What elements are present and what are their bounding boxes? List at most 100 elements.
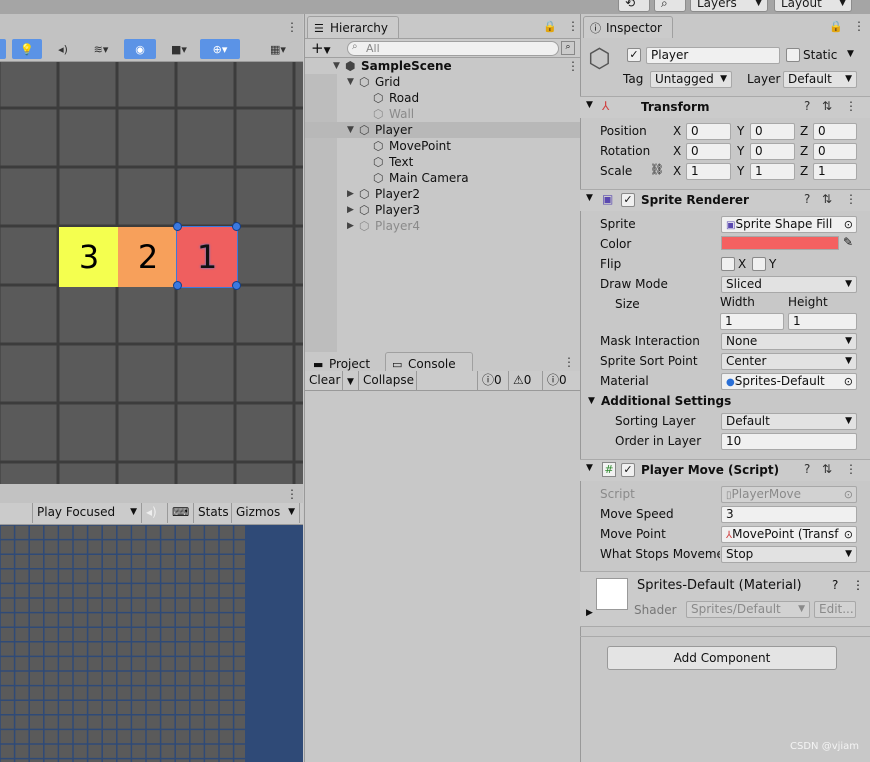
- create-dropdown[interactable]: +▼: [311, 39, 331, 57]
- flip-y-checkbox[interactable]: [752, 257, 766, 271]
- log-filter-toggle[interactable]: ⓘ0: [543, 371, 580, 391]
- flip-x-checkbox[interactable]: [721, 257, 735, 271]
- stats-button[interactable]: Stats: [194, 503, 232, 523]
- history-button[interactable]: ⟲: [618, 0, 650, 12]
- tab-inspector[interactable]: ⓘ Inspector: [583, 16, 673, 38]
- mask-interaction-dropdown[interactable]: None ▼: [721, 333, 857, 350]
- hierarchy-item-grid[interactable]: ▼ ⬡ Grid: [305, 74, 581, 90]
- game-menu-icon[interactable]: ⋮: [286, 487, 298, 501]
- overlays-dropdown[interactable]: ▦▾: [258, 39, 298, 59]
- scene-picker-icon[interactable]: ⌕: [561, 41, 575, 55]
- hierarchy-item-player[interactable]: ▼ ⬡ Player: [305, 122, 581, 138]
- gizmo-tool-dropdown[interactable]: ⊕▾: [200, 39, 240, 59]
- visibility-toggle[interactable]: ◉: [124, 39, 156, 59]
- search-button[interactable]: ⌕: [654, 0, 686, 12]
- scene-viewport[interactable]: 3 2 1: [0, 62, 303, 484]
- additional-settings-toggle[interactable]: ▼: [588, 396, 595, 406]
- material-object-field[interactable]: ●Sprites-Default ⊙: [721, 373, 857, 390]
- object-picker-icon[interactable]: ⊙: [844, 374, 853, 389]
- hierarchy-item-movepoint[interactable]: ⬡ MovePoint: [305, 138, 581, 154]
- component-menu-icon[interactable]: ⋮: [845, 99, 857, 113]
- hierarchy-item-samplescene[interactable]: ▼ ⬢ SampleScene ⋮: [305, 58, 581, 74]
- scene-mode-button[interactable]: [0, 39, 6, 59]
- rotation-z-field[interactable]: 0: [813, 143, 857, 160]
- clear-options-dropdown[interactable]: ▼: [343, 371, 359, 391]
- hierarchy-menu-icon[interactable]: ⋮: [567, 19, 579, 33]
- tile-1-selected[interactable]: 1: [176, 226, 238, 288]
- hierarchy-item-road[interactable]: ⬡ Road: [305, 90, 581, 106]
- hierarchy-item-text[interactable]: ⬡ Text: [305, 154, 581, 170]
- scene-menu-icon[interactable]: ⋮: [567, 58, 579, 74]
- position-y-field[interactable]: 0: [750, 123, 795, 140]
- position-z-field[interactable]: 0: [813, 123, 857, 140]
- collapse-triangle-icon[interactable]: ▼: [347, 122, 354, 138]
- game-viewport[interactable]: [0, 525, 303, 762]
- lock-icon[interactable]: 🔒: [543, 20, 557, 33]
- layout-dropdown[interactable]: Layout ▼: [774, 0, 852, 12]
- tile-2[interactable]: 2: [118, 227, 178, 287]
- preset-icon[interactable]: ⇅: [822, 462, 832, 476]
- rect-handle-bottom-left[interactable]: [173, 281, 182, 290]
- help-icon[interactable]: ?: [832, 578, 838, 592]
- tile-3[interactable]: 3: [59, 227, 119, 287]
- sorting-layer-dropdown[interactable]: Default ▼: [721, 413, 857, 430]
- object-picker-icon[interactable]: ⊙: [844, 217, 853, 232]
- rect-handle-bottom-right[interactable]: [232, 281, 241, 290]
- eyedropper-icon[interactable]: ✎: [843, 235, 853, 249]
- help-icon[interactable]: ?: [804, 462, 810, 476]
- collapse-triangle-icon[interactable]: ▼: [333, 58, 340, 74]
- add-component-button[interactable]: Add Component: [607, 646, 837, 670]
- active-checkbox[interactable]: ✓: [627, 48, 641, 62]
- preset-icon[interactable]: ⇅: [822, 99, 832, 113]
- scale-x-field[interactable]: 1: [686, 163, 731, 180]
- move-speed-field[interactable]: 3: [721, 506, 857, 523]
- inspector-menu-icon[interactable]: ⋮: [853, 19, 865, 33]
- tag-dropdown[interactable]: Untagged ▼: [650, 71, 732, 88]
- collapse-triangle-icon[interactable]: ▼: [347, 74, 354, 90]
- preset-icon[interactable]: ⇅: [822, 192, 832, 206]
- static-checkbox[interactable]: [786, 48, 800, 62]
- collapse-toggle[interactable]: Collapse: [359, 371, 417, 391]
- height-field[interactable]: 1: [788, 313, 857, 330]
- hierarchy-item-player3[interactable]: ▶ ⬡ Player3: [305, 202, 581, 218]
- audio-toggle[interactable]: ◂): [48, 39, 78, 59]
- hierarchy-item-player2[interactable]: ▶ ⬡ Player2: [305, 186, 581, 202]
- help-icon[interactable]: ?: [804, 192, 810, 206]
- static-dropdown[interactable]: ▼: [847, 49, 854, 59]
- tab-hierarchy[interactable]: ☰ Hierarchy: [307, 16, 399, 38]
- scene-menu-icon[interactable]: ⋮: [286, 20, 298, 34]
- console-log-area[interactable]: [305, 391, 580, 762]
- hierarchy-item-wall[interactable]: ⬡ Wall: [305, 106, 581, 122]
- sprite-renderer-header[interactable]: ▼ ▣ ✓ Sprite Renderer ? ⇅ ⋮: [580, 189, 870, 211]
- component-menu-icon[interactable]: ⋮: [845, 192, 857, 206]
- scale-y-field[interactable]: 1: [750, 163, 795, 180]
- object-name-field[interactable]: Player: [646, 47, 780, 64]
- camera-dropdown[interactable]: ■▾: [160, 39, 198, 59]
- sprite-object-field[interactable]: ▣Sprite Shape Fill ⊙: [721, 216, 857, 233]
- player-move-header[interactable]: ▼ # ✓ Player Move (Script) ? ⇅ ⋮: [580, 459, 870, 481]
- warning-filter-toggle[interactable]: ⚠0: [509, 371, 543, 391]
- player-move-enabled-checkbox[interactable]: ✓: [621, 463, 635, 477]
- rect-handle-top-right[interactable]: [232, 222, 241, 231]
- layers-dropdown[interactable]: Layers ▼: [690, 0, 768, 12]
- expand-triangle-icon[interactable]: ▶: [347, 202, 354, 218]
- clear-button[interactable]: Clear: [305, 371, 343, 391]
- gizmos-dropdown[interactable]: Gizmos ▼: [232, 503, 300, 523]
- material-expand-icon[interactable]: ▶: [586, 608, 593, 618]
- draw-mode-dropdown[interactable]: Sliced ▼: [721, 276, 857, 293]
- hierarchy-search-input[interactable]: ⌕ All: [347, 41, 559, 56]
- expand-triangle-icon[interactable]: ▶: [347, 218, 354, 234]
- effects-dropdown[interactable]: ≋▾: [82, 39, 120, 59]
- keyboard-toggle[interactable]: ⌨: [168, 503, 194, 523]
- scale-z-field[interactable]: 1: [813, 163, 857, 180]
- order-in-layer-field[interactable]: 10: [721, 433, 857, 450]
- position-x-field[interactable]: 0: [686, 123, 731, 140]
- console-menu-icon[interactable]: ⋮: [563, 355, 575, 369]
- rect-handle-top-left[interactable]: [173, 222, 182, 231]
- transform-header[interactable]: ▼ ⅄ Transform ? ⇅ ⋮: [580, 96, 870, 118]
- rotation-y-field[interactable]: 0: [750, 143, 795, 160]
- rotation-x-field[interactable]: 0: [686, 143, 731, 160]
- color-swatch[interactable]: [721, 236, 839, 250]
- hierarchy-item-player4[interactable]: ▶ ⬡ Player4: [305, 218, 581, 234]
- help-icon[interactable]: ?: [804, 99, 810, 113]
